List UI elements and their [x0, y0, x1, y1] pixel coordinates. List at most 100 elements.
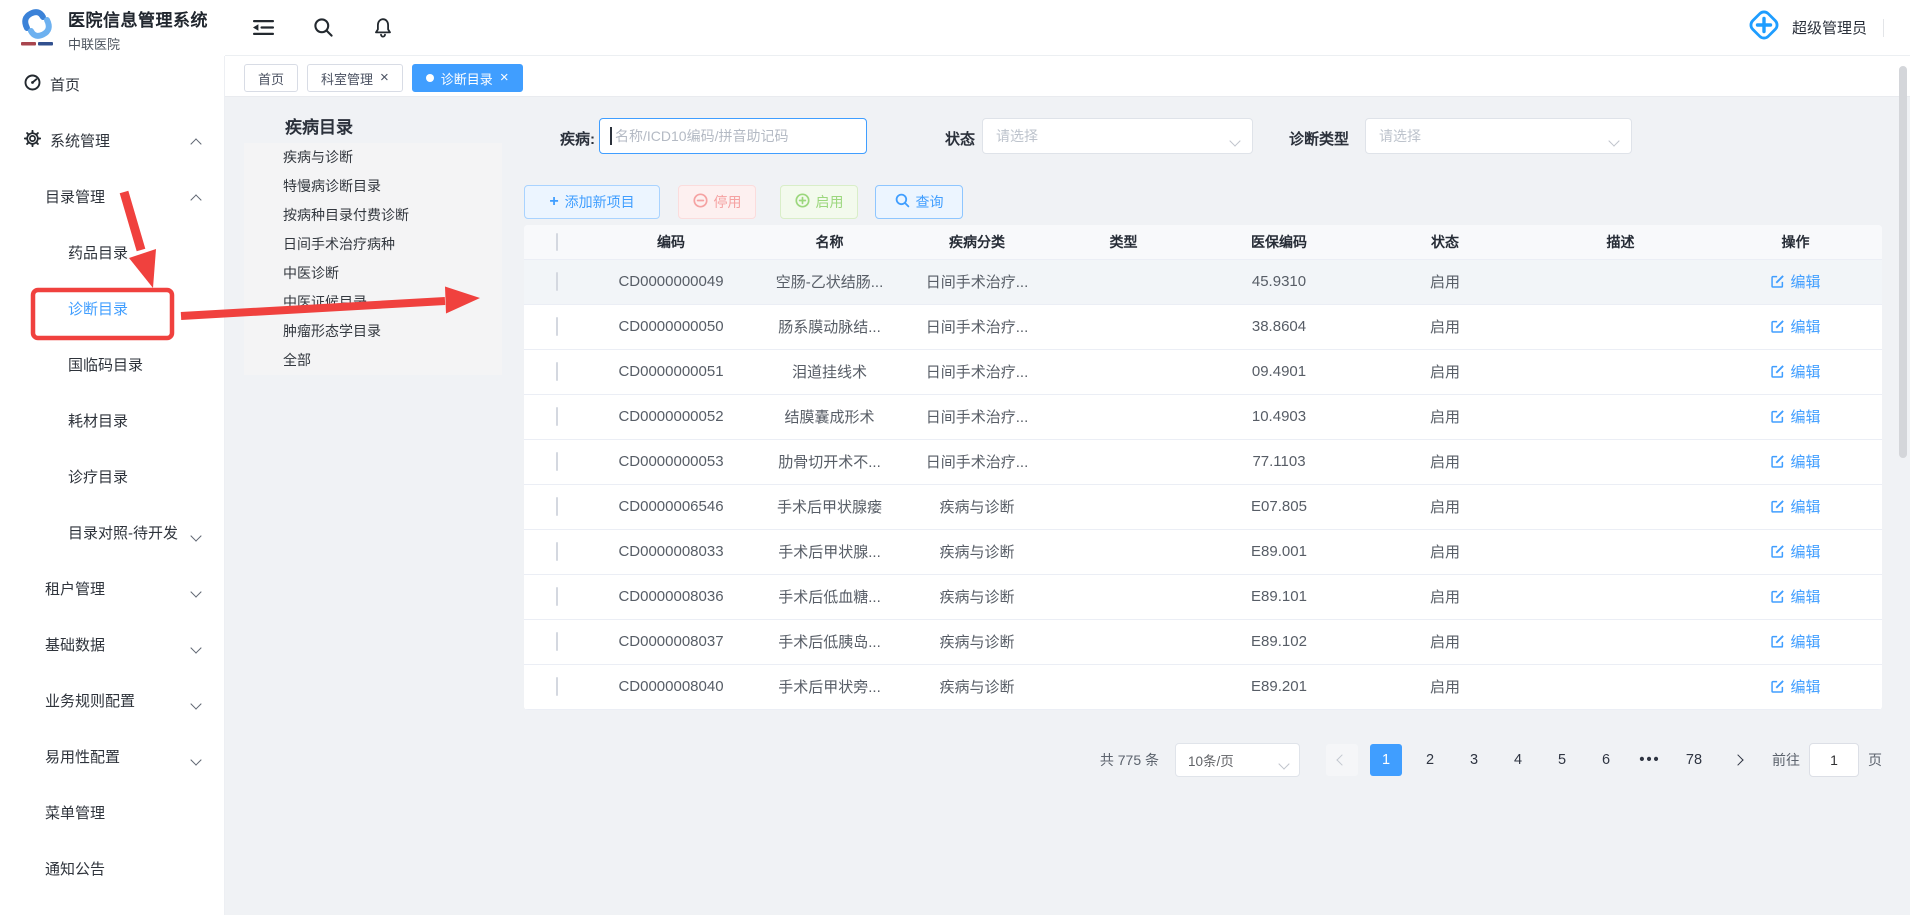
- hospital-name: 中联医院: [68, 34, 208, 53]
- table-row: CD0000000050 肠系膜动脉结... 日间手术治疗... 38.8604…: [524, 304, 1882, 349]
- menu-fold-icon[interactable]: [251, 16, 275, 40]
- query-button[interactable]: 查询: [875, 185, 963, 219]
- next-page-button[interactable]: [1722, 744, 1754, 776]
- gear-icon: [24, 130, 41, 151]
- table-row: CD0000000052 结膜囊成形术 日间手术治疗... 10.4903 启用…: [524, 394, 1882, 439]
- table-row: CD0000000051 泪道挂线术 日间手术治疗... 09.4901 启用 …: [524, 349, 1882, 394]
- row-checkbox[interactable]: [556, 362, 558, 381]
- edit-button[interactable]: 编辑: [1770, 586, 1820, 607]
- tab-diagnosis-catalog[interactable]: 诊断目录 ×: [412, 64, 523, 92]
- sidebar-item-catalog-mapping[interactable]: 目录对照-待开发: [0, 504, 224, 560]
- status-select[interactable]: 请选择: [982, 118, 1253, 154]
- sidebar-item-usability-config[interactable]: 易用性配置: [0, 728, 224, 784]
- row-checkbox[interactable]: [556, 317, 558, 336]
- page-scrollbar[interactable]: [1899, 66, 1907, 458]
- goto-page-input[interactable]: [1809, 743, 1859, 777]
- cell-category: 疾病与诊断: [907, 574, 1047, 619]
- edit-button[interactable]: 编辑: [1770, 361, 1820, 382]
- cell-status: 启用: [1358, 529, 1532, 574]
- bell-icon[interactable]: [371, 16, 395, 40]
- select-all-checkbox[interactable]: [556, 233, 558, 251]
- sidebar-item-system-management[interactable]: 系统管理: [0, 112, 224, 168]
- edit-label: 编辑: [1790, 271, 1820, 292]
- chevron-down-icon: [1280, 756, 1288, 771]
- user-divider: [1883, 19, 1884, 37]
- page-button[interactable]: 5: [1546, 744, 1578, 776]
- edit-button[interactable]: 编辑: [1770, 496, 1820, 517]
- sidebar-item-home[interactable]: 首页: [0, 56, 224, 112]
- row-checkbox[interactable]: [556, 632, 558, 651]
- sidebar-item-national-code-catalog[interactable]: 国临码目录: [0, 336, 224, 392]
- sidebar-item-treatment-catalog[interactable]: 诊疗目录: [0, 448, 224, 504]
- goto-label: 前往: [1772, 750, 1800, 770]
- sidebar-item-diagnosis-catalog[interactable]: 诊断目录: [0, 280, 224, 336]
- list-item[interactable]: 全部: [244, 346, 502, 375]
- cell-code: CD0000008036: [590, 574, 752, 619]
- diag-type-select[interactable]: 请选择: [1365, 118, 1632, 154]
- list-item[interactable]: 按病种目录付费诊断: [244, 201, 502, 230]
- row-checkbox[interactable]: [556, 452, 558, 471]
- disease-search-input[interactable]: [599, 118, 867, 154]
- tab-home[interactable]: 首页: [244, 64, 298, 92]
- content-area: 疾病目录 疾病与诊断 特慢病诊断目录 按病种目录付费诊断 日间手术治疗病种 中医…: [225, 97, 1910, 915]
- list-item[interactable]: 特慢病诊断目录: [244, 172, 502, 201]
- page-button[interactable]: 4: [1502, 744, 1534, 776]
- row-checkbox[interactable]: [556, 587, 558, 606]
- row-checkbox[interactable]: [556, 497, 558, 516]
- edit-button[interactable]: 编辑: [1770, 541, 1820, 562]
- enable-label: 启用: [816, 192, 844, 212]
- user-area[interactable]: 超级管理员: [1746, 7, 1884, 48]
- sidebar-item-consumables-catalog[interactable]: 耗材目录: [0, 392, 224, 448]
- cell-insurance: E89.101: [1200, 574, 1358, 619]
- sidebar-item-tenant-management[interactable]: 租户管理: [0, 560, 224, 616]
- edit-button[interactable]: 编辑: [1770, 451, 1820, 472]
- search-icon[interactable]: [311, 16, 335, 40]
- cell-status: 启用: [1358, 439, 1532, 484]
- page-button[interactable]: 78: [1678, 744, 1710, 776]
- row-checkbox[interactable]: [556, 542, 558, 561]
- list-item[interactable]: 肿瘤形态学目录: [244, 317, 502, 346]
- page-button[interactable]: 6: [1590, 744, 1622, 776]
- sidebar-item-catalog-management[interactable]: 目录管理: [0, 168, 224, 224]
- list-item[interactable]: 疾病与诊断: [244, 143, 502, 172]
- close-icon[interactable]: ×: [500, 70, 509, 85]
- circle-minus-icon: [693, 193, 708, 211]
- cell-category: 日间手术治疗...: [907, 439, 1047, 484]
- edit-button[interactable]: 编辑: [1770, 271, 1820, 292]
- sidebar-item-drug-catalog[interactable]: 药品目录: [0, 224, 224, 280]
- cell-name: 结膜囊成形术: [752, 394, 907, 439]
- text-caret: [610, 127, 612, 145]
- disable-button[interactable]: 停用: [678, 185, 756, 219]
- page-button[interactable]: 1: [1370, 744, 1402, 776]
- more-pages-icon[interactable]: •••: [1634, 744, 1666, 776]
- edit-button[interactable]: 编辑: [1770, 631, 1820, 652]
- list-item[interactable]: 中医诊断: [244, 259, 502, 288]
- edit-button[interactable]: 编辑: [1770, 316, 1820, 337]
- list-item[interactable]: 中医证候目录: [244, 288, 502, 317]
- page-button[interactable]: 2: [1414, 744, 1446, 776]
- sidebar-item-business-rules[interactable]: 业务规则配置: [0, 672, 224, 728]
- edit-button[interactable]: 编辑: [1770, 676, 1820, 697]
- row-checkbox[interactable]: [556, 677, 558, 696]
- edit-button[interactable]: 编辑: [1770, 406, 1820, 427]
- page-size-value: 10条/页: [1188, 750, 1234, 770]
- page-button[interactable]: 3: [1458, 744, 1490, 776]
- enable-button[interactable]: 启用: [780, 185, 858, 219]
- sidebar-item-notice[interactable]: 通知公告: [0, 840, 224, 896]
- sidebar-item-base-data[interactable]: 基础数据: [0, 616, 224, 672]
- page-size-select[interactable]: 10条/页: [1175, 743, 1300, 777]
- list-item[interactable]: 日间手术治疗病种: [244, 230, 502, 259]
- col-code: 编码: [590, 225, 752, 259]
- chevron-down-icon: [192, 583, 200, 600]
- row-checkbox[interactable]: [556, 407, 558, 426]
- add-item-button[interactable]: + 添加新项目: [524, 185, 660, 219]
- edit-label: 编辑: [1790, 631, 1820, 652]
- prev-page-button[interactable]: [1326, 744, 1358, 776]
- tab-department-management[interactable]: 科室管理 ×: [307, 64, 403, 92]
- sidebar-item-menu-management[interactable]: 菜单管理: [0, 784, 224, 840]
- row-checkbox[interactable]: [556, 272, 558, 291]
- brand: 医院信息管理系统 中联医院: [16, 5, 225, 54]
- close-icon[interactable]: ×: [380, 70, 389, 85]
- chevron-down-icon: [192, 527, 200, 544]
- col-category: 疾病分类: [907, 225, 1047, 259]
